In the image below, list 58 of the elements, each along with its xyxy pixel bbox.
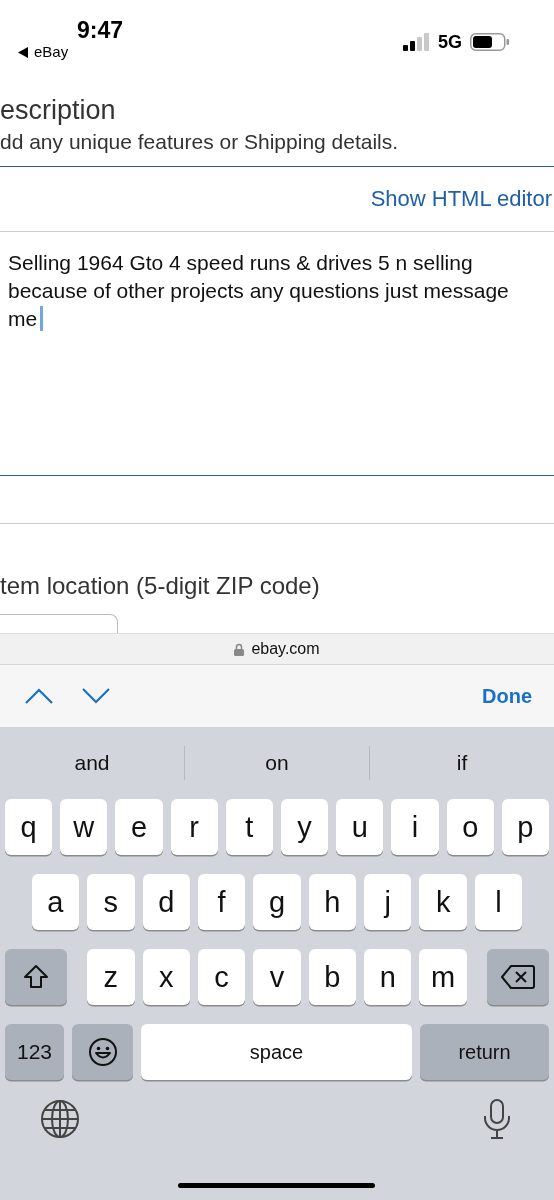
letter-key[interactable]: x (142, 949, 190, 1005)
description-text-area[interactable]: Selling 1964 Gto 4 speed runs & drives 5 n selling because of other projects any questions just message me (0, 232, 554, 476)
back-triangle-icon[interactable] (18, 46, 28, 58)
numbers-key[interactable]: 123 (5, 1024, 64, 1080)
letter-key[interactable]: k (419, 874, 467, 930)
letter-key[interactable]: m (419, 949, 467, 1005)
letter-key[interactable]: t (225, 799, 273, 855)
delete-icon (501, 965, 535, 989)
chevron-up-icon[interactable] (25, 688, 53, 704)
letter-key[interactable]: s (87, 874, 135, 930)
emoji-icon (87, 1037, 118, 1067)
letter-key[interactable]: z (87, 949, 135, 1005)
text-cursor (40, 306, 43, 331)
return-key[interactable]: return (420, 1024, 549, 1080)
letter-key[interactable]: h (308, 874, 357, 930)
delete-key[interactable] (487, 949, 549, 1005)
letter-key[interactable]: y (281, 799, 329, 855)
letter-key[interactable]: e (115, 799, 163, 855)
letter-key[interactable]: n (364, 949, 412, 1005)
network-type: 5G (438, 32, 462, 52)
letter-key[interactable]: w (60, 799, 108, 855)
letter-key[interactable]: v (253, 949, 301, 1005)
letter-key[interactable]: c (197, 949, 246, 1005)
letter-key[interactable]: u (336, 799, 384, 855)
letter-key[interactable]: l (474, 874, 523, 930)
letter-key[interactable]: g (253, 874, 301, 930)
letter-key[interactable]: a (31, 874, 80, 930)
shift-icon (23, 964, 49, 990)
emoji-key[interactable] (72, 1024, 133, 1080)
microphone-icon[interactable] (483, 1099, 511, 1139)
battery-icon (470, 33, 510, 51)
letter-key[interactable]: j (364, 874, 412, 930)
field-label: escription (0, 94, 117, 126)
space-key[interactable]: space (141, 1024, 412, 1080)
letter-key[interactable]: i (391, 799, 439, 855)
letter-key[interactable]: f (197, 874, 246, 930)
letter-key[interactable]: r (170, 799, 218, 855)
shift-key[interactable] (5, 949, 67, 1005)
address-bar[interactable]: ebay.com (0, 633, 554, 665)
zip-code-field[interactable] (0, 614, 118, 633)
letter-key[interactable]: d (142, 874, 190, 930)
letter-key[interactable]: o (446, 799, 494, 855)
done-button[interactable]: Done (482, 684, 532, 708)
lock-icon (234, 642, 245, 656)
field-label: tem location (5-digit ZIP code) (0, 571, 321, 601)
chevron-down-icon[interactable] (82, 688, 110, 704)
letter-key[interactable]: p (501, 799, 549, 855)
letter-key[interactable]: b (308, 949, 357, 1005)
suggestion-item[interactable]: and (0, 746, 184, 780)
clock-time: 9:47 (77, 16, 124, 44)
field-hint: dd any unique features or Shipping details. (0, 129, 400, 155)
show-html-editor-link[interactable]: Show HTML editor (370, 186, 552, 212)
suggestion-item[interactable]: on (185, 746, 369, 780)
signal-icon (403, 33, 430, 51)
globe-icon[interactable] (40, 1099, 80, 1139)
letter-key[interactable]: q (5, 799, 53, 855)
suggestion-item[interactable]: if (370, 746, 554, 780)
back-to-app-link[interactable]: eBay (34, 44, 69, 60)
